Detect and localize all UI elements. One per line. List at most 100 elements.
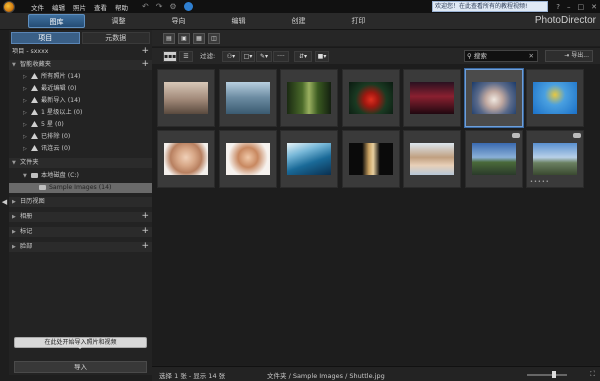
- fullscreen-icon[interactable]: ⛶: [590, 370, 595, 379]
- photo-thumbnail-cliff[interactable]: [218, 69, 277, 127]
- folder-sample-images[interactable]: Sample Images (14): [9, 183, 152, 193]
- gear-icon[interactable]: ⚙: [169, 2, 176, 11]
- maximize-icon[interactable]: □: [578, 3, 585, 11]
- add-smart-collection-icon[interactable]: +: [141, 60, 149, 69]
- tab-metadata[interactable]: 元数据: [81, 32, 150, 44]
- collapse-triangle-icon: ▼: [23, 173, 27, 179]
- add-face-icon[interactable]: +: [141, 242, 149, 251]
- collapse-panel-icon[interactable]: ◀: [0, 195, 9, 209]
- smart-item-recent-edit[interactable]: ▷ 最近编辑 (0): [9, 84, 152, 94]
- tab-create[interactable]: 创建: [270, 14, 327, 28]
- photo-thumbnail-night-city[interactable]: [403, 69, 461, 127]
- zoom-slider-handle[interactable]: [552, 371, 556, 378]
- photo-thumbnail-wave[interactable]: [280, 130, 338, 188]
- compare-view-icon[interactable]: ◫: [208, 32, 220, 44]
- photo-thumbnail-red-leaf[interactable]: [341, 69, 400, 127]
- import-button[interactable]: 导入: [14, 361, 147, 373]
- panel-tabs: 项目 元数据: [9, 32, 152, 44]
- tab-project[interactable]: 项目: [11, 32, 80, 44]
- photo-thumbnail-panorama-coast[interactable]: [464, 130, 523, 188]
- export-label: 导出...: [571, 52, 589, 59]
- smart-filter-icon: [31, 133, 38, 139]
- list-view-icon[interactable]: ☰: [179, 51, 193, 62]
- menu-file[interactable]: 文件: [31, 2, 44, 12]
- expand-triangle-icon: ▶: [12, 229, 16, 235]
- folder-icon: [39, 184, 46, 190]
- photo-thumbnail-shuttle[interactable]: [464, 69, 523, 127]
- section-folders[interactable]: ▼ 文件夹: [9, 158, 152, 168]
- smart-item-new-import[interactable]: ▷ 最新导入 (14): [9, 96, 152, 106]
- menu-edit[interactable]: 编辑: [52, 2, 65, 12]
- photo-image: [410, 82, 454, 114]
- section-smart-collections[interactable]: ▼ 智能收藏夹 +: [9, 60, 152, 70]
- photo-thumbnail-panorama-sky[interactable]: •••••: [526, 130, 584, 188]
- rating-dots-icon[interactable]: •••••: [530, 179, 550, 185]
- search-input[interactable]: ⚲ 搜索 ✕: [464, 50, 538, 62]
- section-label: 标记: [20, 228, 33, 235]
- section-faces[interactable]: ▶ 脸部 +: [9, 242, 152, 252]
- clear-search-icon[interactable]: ✕: [529, 51, 534, 61]
- thumbnail-zoom-slider[interactable]: [527, 371, 567, 378]
- add-album-icon[interactable]: +: [141, 212, 149, 221]
- tab-library[interactable]: 图库: [28, 14, 85, 28]
- photo-thumbnail-doorway[interactable]: [341, 130, 400, 188]
- photo-thumbnail-snowboarder[interactable]: [526, 69, 584, 127]
- help-icon[interactable]: ?: [556, 3, 560, 11]
- welcome-tutorial-banner[interactable]: 欢迎您！在此查看所有的教程视频!: [432, 1, 548, 12]
- photo-thumbnail-woman-portrait[interactable]: [157, 130, 215, 188]
- smart-item-five-star[interactable]: ▷ 5 星 (0): [9, 120, 152, 130]
- photo-thumbnail-smiling-woman[interactable]: [218, 130, 277, 188]
- photo-thumbnail-forest[interactable]: [280, 69, 338, 127]
- grid-view-icon[interactable]: ▦: [193, 32, 205, 44]
- photo-thumbnail-skateboarder[interactable]: [157, 69, 215, 127]
- section-label: 智能收藏夹: [20, 61, 51, 68]
- expand-triangle-icon: ▷: [23, 86, 27, 92]
- brand-name: PhotoDirector: [534, 15, 596, 26]
- smart-item-cloud[interactable]: ▷ 讯连云 (0): [9, 144, 152, 154]
- menu-help[interactable]: 帮助: [115, 2, 128, 12]
- photo-image: [287, 82, 331, 114]
- sort-icon[interactable]: ⇵▾: [294, 51, 312, 62]
- expand-triangle-icon: ▷: [23, 74, 27, 80]
- photo-thumbnail-woman-sitting[interactable]: [403, 130, 461, 188]
- menu-photo[interactable]: 照片: [73, 2, 86, 12]
- tab-guided[interactable]: 导向: [150, 14, 207, 28]
- cloud-icon[interactable]: [183, 2, 193, 11]
- section-calendar[interactable]: ▶ 日历视图: [9, 197, 152, 207]
- color-label-filter-icon[interactable]: ✎▾: [256, 51, 272, 62]
- rating-filter-icon[interactable]: ····: [273, 51, 289, 62]
- import-photos-icon[interactable]: ▤: [163, 32, 175, 44]
- smart-filter-icon: [31, 145, 38, 151]
- search-icon: ⚲: [467, 52, 474, 60]
- view-toolbar: ▤ ▣ ▦ ◫: [152, 30, 600, 46]
- drive-local-c[interactable]: ▼ 本地磁盘 (C:): [9, 171, 152, 181]
- add-tag-icon[interactable]: +: [141, 227, 149, 236]
- tab-edit[interactable]: 编辑: [210, 14, 267, 28]
- section-tags[interactable]: ▶ 标记 +: [9, 227, 152, 237]
- section-label: 日历视图: [20, 198, 45, 205]
- single-view-icon[interactable]: ▣: [178, 32, 190, 44]
- mode-tabs: 图库 调整 导向 编辑 创建 打印 PhotoDirector: [0, 13, 600, 30]
- menu-view[interactable]: 查看: [94, 2, 107, 12]
- minimize-icon[interactable]: –: [567, 3, 571, 11]
- photo-image: [471, 82, 516, 114]
- panorama-badge-icon: [511, 133, 520, 138]
- smart-item-all[interactable]: ▷ 所有照片 (14): [9, 72, 152, 82]
- smart-item-one-star[interactable]: ▷ 1 星级以上 (0): [9, 108, 152, 118]
- section-albums[interactable]: ▶ 相册 +: [9, 212, 152, 222]
- smart-item-label: 最近编辑 (0): [41, 85, 77, 92]
- tab-print[interactable]: 打印: [330, 14, 387, 28]
- close-icon[interactable]: ✕: [591, 3, 597, 11]
- flag-filter-icon[interactable]: □▾: [241, 51, 255, 62]
- people-filter-icon[interactable]: ⚇▾: [222, 51, 240, 62]
- thumbnail-view-icon[interactable]: ▪▪▪: [163, 51, 177, 62]
- undo-icon[interactable]: ↶: [142, 2, 149, 11]
- stack-icon[interactable]: ■▾: [315, 51, 329, 62]
- smart-item-excluded[interactable]: ▷ 已排除 (0): [9, 132, 152, 142]
- photo-image: [533, 82, 577, 114]
- redo-icon[interactable]: ↷: [156, 2, 163, 11]
- people-icon: [31, 73, 38, 79]
- export-button[interactable]: ⇥ 导出...: [545, 50, 593, 62]
- tab-adjust[interactable]: 调整: [90, 14, 147, 28]
- add-project-icon[interactable]: +: [141, 47, 149, 56]
